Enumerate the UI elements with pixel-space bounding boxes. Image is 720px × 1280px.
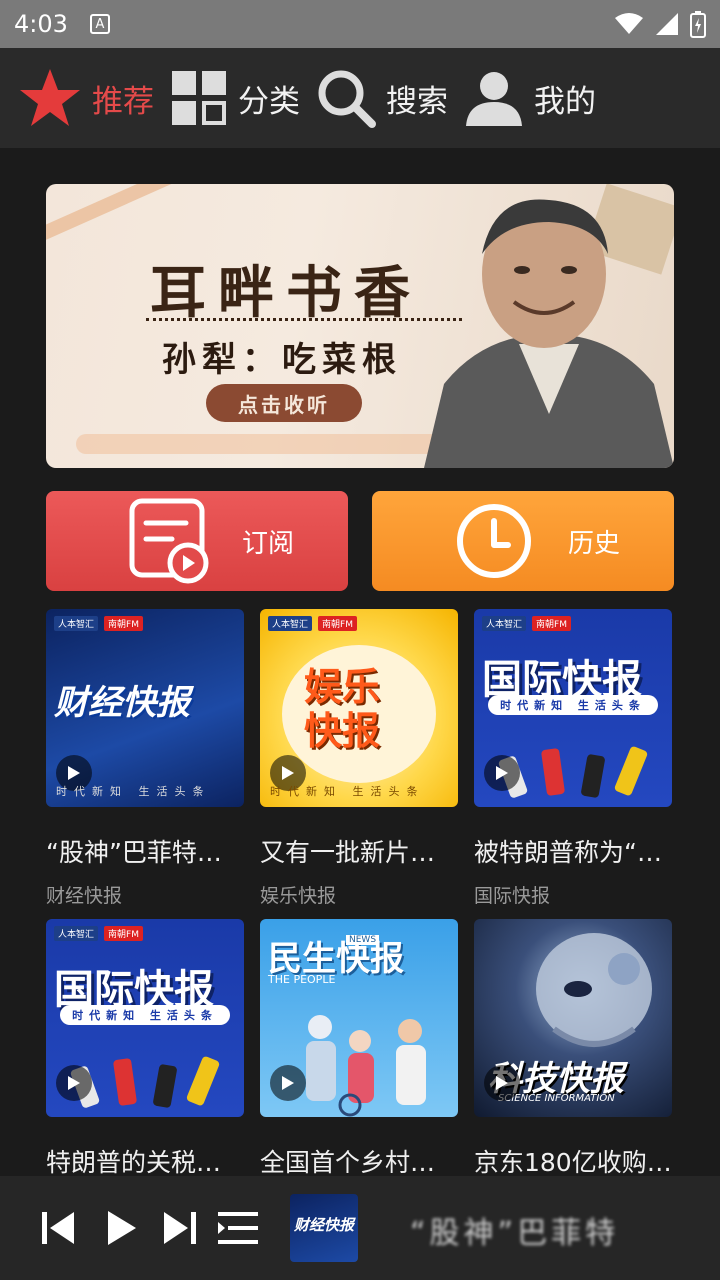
banner-title: 耳畔书香 — [150, 260, 422, 326]
promo-banner[interactable]: 耳畔书香 孙犁：吃菜根 点击收听 — [46, 184, 674, 468]
nav-label: 搜索 — [386, 83, 448, 120]
nav-label: 推荐 — [92, 83, 154, 120]
thumb-subtitle: THE PEOPLE — [268, 973, 336, 986]
card-title: “股神”巴菲特投… — [46, 838, 244, 867]
thumb-header: 人本智汇 南朝FM — [46, 609, 244, 637]
card-category: 国际快报 — [474, 885, 551, 907]
play-icon[interactable] — [484, 755, 520, 791]
battery-icon — [690, 11, 706, 38]
card-category: 财经快报 — [46, 885, 123, 907]
card-title: 京东180亿收购… — [474, 1148, 672, 1177]
status-time: 4:03 — [14, 10, 68, 38]
program-card[interactable]: 人本智汇 南朝FM 财经快报 时代新知 生活头条 “股神”巴菲特投… 财经快报 — [46, 609, 244, 908]
thumb-logo: 人本智汇 — [54, 615, 99, 631]
thumb-footer: 时代新知 生活头条 — [270, 785, 425, 798]
program-card[interactable]: 科技快报 SCIENCE INFORMATION 京东180亿收购… — [474, 919, 672, 1179]
card-thumbnail: 人本智汇 南朝FM 国际快报 时代新知 生活头条 — [474, 609, 672, 807]
search-icon — [318, 70, 376, 128]
nav-tab-recommend[interactable]: 推荐 — [18, 63, 154, 133]
card-title: 又有一批新片… — [260, 838, 436, 867]
now-playing-title[interactable]: “股神”巴菲特 — [410, 1208, 619, 1252]
top-nav: 推荐 分类 搜索 我的 — [0, 48, 720, 148]
thumb-fm-logo: 南朝FM — [318, 615, 357, 631]
skip-next-icon — [164, 1212, 196, 1244]
thumb-fm-logo: 南朝FM — [104, 615, 143, 631]
thumb-header: 人本智汇 南朝FM — [474, 609, 672, 637]
thumb-title: 财经快报 — [54, 683, 190, 723]
subscribe-label: 订阅 — [242, 528, 295, 559]
thumb-header: 人本智汇 南朝FM — [260, 609, 458, 637]
play-button[interactable] — [98, 1206, 142, 1250]
program-card[interactable]: 民生快报 NEWS THE PEOPLE 全国首个乡村… — [260, 919, 458, 1179]
play-icon[interactable] — [484, 1065, 520, 1101]
nav-tab-mine[interactable]: 我的 — [464, 63, 596, 133]
now-playing-cover[interactable]: 财经快报 — [290, 1194, 358, 1262]
subscribe-button[interactable]: 订阅 — [46, 491, 348, 591]
mini-player: 财经快报 “股神”巴菲特 — [0, 1176, 720, 1280]
card-title: 被特朗普称为“… — [474, 838, 662, 867]
thumb-fm-logo: 南朝FM — [532, 615, 571, 631]
subscribe-icon — [129, 498, 209, 584]
thumb-footer: 时代新知 生活头条 — [56, 785, 211, 798]
thumb-news-badge: NEWS — [346, 935, 380, 945]
card-thumbnail: 人本智汇 南朝FM 国际快报 时代新知 生活头条 — [46, 919, 244, 1117]
user-icon — [466, 72, 522, 126]
thumb-title: 娱乐快报 — [304, 665, 381, 753]
notification-icon: A — [89, 14, 110, 34]
previous-button[interactable] — [36, 1206, 80, 1250]
banner-decoration — [46, 184, 211, 249]
thumb-logo: 人本智汇 — [54, 925, 99, 941]
banner-divider — [146, 318, 462, 321]
portrait-image — [424, 184, 674, 468]
thumb-fm-logo: 南朝FM — [104, 925, 143, 941]
program-card[interactable]: 人本智汇 南朝FM 国际快报 时代新知 生活头条 特朗普的关税… — [46, 919, 244, 1179]
banner-decoration — [76, 434, 456, 454]
banner-subtitle: 孙犁：吃菜根 — [162, 340, 402, 380]
cover-title: 财经快报 — [294, 1216, 355, 1234]
clock-icon — [457, 504, 531, 578]
card-thumbnail: 人本智汇 南朝FM 财经快报 时代新知 生活头条 — [46, 609, 244, 807]
nav-tab-category[interactable]: 分类 — [170, 63, 300, 133]
nav-label: 我的 — [534, 83, 596, 120]
play-icon[interactable] — [270, 1065, 306, 1101]
card-title: 全国首个乡村… — [260, 1148, 436, 1177]
nav-label: 分类 — [238, 83, 300, 120]
next-button[interactable] — [158, 1206, 202, 1250]
skip-previous-icon — [42, 1212, 74, 1244]
card-thumbnail: 人本智汇 南朝FM 娱乐快报 时代新知 生活头条 — [260, 609, 458, 807]
card-thumbnail: 科技快报 SCIENCE INFORMATION — [474, 919, 672, 1117]
play-icon — [108, 1211, 136, 1245]
playlist-icon — [218, 1212, 258, 1244]
card-category: 娱乐快报 — [260, 885, 337, 907]
card-title: 特朗普的关税… — [46, 1148, 222, 1177]
card-thumbnail: 民生快报 NEWS THE PEOPLE — [260, 919, 458, 1117]
grid-icon — [172, 71, 226, 125]
thumb-logo: 人本智汇 — [268, 615, 313, 631]
program-card[interactable]: 人本智汇 南朝FM 国际快报 时代新知 生活头条 被特朗普称为“… 国际快报 — [474, 609, 672, 908]
play-icon[interactable] — [56, 1065, 92, 1101]
banner-listen-button[interactable]: 点击收听 — [206, 384, 362, 422]
status-indicators — [614, 10, 706, 38]
thumb-tagline: 时代新知 生活头条 — [488, 695, 658, 715]
thumb-header: 人本智汇 南朝FM — [46, 919, 244, 947]
status-bar: 4:03 A — [0, 0, 720, 48]
history-button[interactable]: 历史 — [372, 491, 674, 591]
star-icon — [20, 69, 80, 126]
nav-tab-search[interactable]: 搜索 — [316, 63, 448, 133]
history-label: 历史 — [568, 528, 621, 559]
signal-icon — [656, 13, 678, 35]
wifi-icon — [615, 13, 643, 34]
program-card[interactable]: 人本智汇 南朝FM 娱乐快报 时代新知 生活头条 又有一批新片… 娱乐快报 — [260, 609, 458, 908]
thumb-tagline: 时代新知 生活头条 — [60, 1005, 230, 1025]
thumb-logo: 人本智汇 — [482, 615, 527, 631]
robot-head-illustration — [536, 933, 652, 1047]
playlist-button[interactable] — [216, 1206, 260, 1250]
